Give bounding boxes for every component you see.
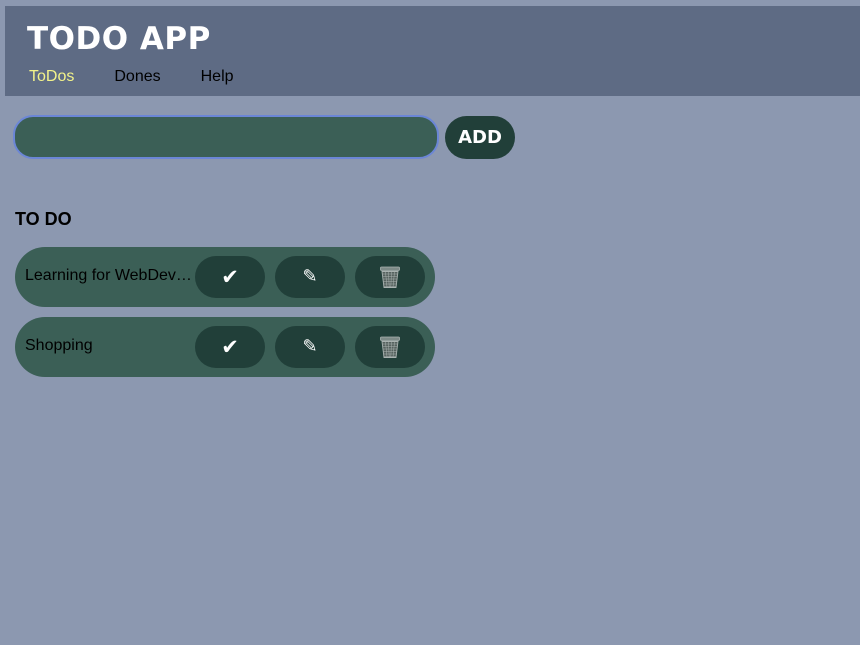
done-button[interactable]: ✔ bbox=[195, 326, 265, 368]
delete-button[interactable] bbox=[355, 256, 425, 298]
trash-icon bbox=[380, 336, 400, 358]
edit-button[interactable]: ✎ bbox=[275, 326, 345, 368]
pencil-icon: ✎ bbox=[302, 336, 318, 357]
add-button[interactable]: ADD bbox=[445, 116, 515, 159]
todo-list: Learning for WebDevelopment ✔ ✎ Shopping… bbox=[15, 247, 435, 387]
check-icon: ✔ bbox=[221, 264, 239, 289]
nav-item-todos[interactable]: ToDos bbox=[29, 67, 74, 87]
trash-icon bbox=[380, 266, 400, 288]
delete-button[interactable] bbox=[355, 326, 425, 368]
pencil-icon: ✎ bbox=[302, 266, 318, 287]
todo-item-text: Learning for WebDevelopment bbox=[25, 267, 195, 284]
todo-input[interactable] bbox=[13, 115, 439, 159]
check-icon: ✔ bbox=[221, 334, 239, 359]
todo-item: Shopping ✔ ✎ bbox=[15, 317, 435, 377]
todo-item: Learning for WebDevelopment ✔ ✎ bbox=[15, 247, 435, 307]
section-title-todo: TO DO bbox=[15, 209, 72, 229]
main-nav: ToDos Dones Help bbox=[29, 67, 234, 87]
edit-button[interactable]: ✎ bbox=[275, 256, 345, 298]
done-button[interactable]: ✔ bbox=[195, 256, 265, 298]
app-title: TODO APP bbox=[27, 21, 211, 57]
nav-item-dones[interactable]: Dones bbox=[114, 67, 160, 87]
app-header: TODO APP ToDos Dones Help bbox=[5, 6, 860, 96]
todo-item-text: Shopping bbox=[25, 337, 93, 354]
nav-item-help[interactable]: Help bbox=[201, 67, 234, 87]
